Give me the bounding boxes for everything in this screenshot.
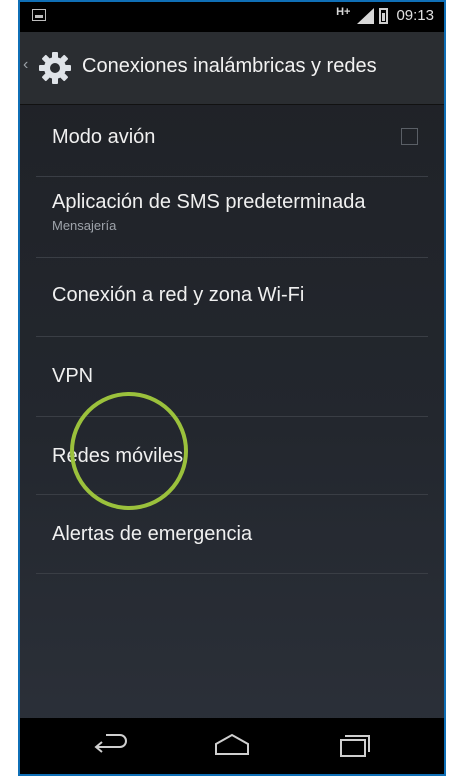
home-icon[interactable] (202, 726, 262, 766)
notification-image-icon (32, 9, 46, 21)
back-icon[interactable] (82, 726, 142, 766)
navigation-bar (20, 718, 444, 774)
screen: H+ 09:13 ‹ Conexiones inalámbricas y red… (20, 2, 444, 774)
setting-label: Redes móviles (52, 445, 184, 467)
setting-vpn[interactable]: VPN (36, 337, 428, 417)
signal-icon (357, 7, 375, 24)
settings-gear-icon[interactable] (38, 51, 72, 85)
setting-tethering-hotspot[interactable]: Conexión a red y zona Wi-Fi (36, 258, 428, 337)
battery-icon (379, 7, 389, 24)
phone-frame: H+ 09:13 ‹ Conexiones inalámbricas y red… (18, 0, 446, 776)
setting-label: Aplicación de SMS predeterminada (52, 191, 366, 213)
setting-mobile-networks[interactable]: Redes móviles (36, 417, 428, 495)
setting-label: VPN (52, 365, 94, 387)
setting-default-sms-app[interactable]: Aplicación de SMS predeterminada Mensaje… (36, 177, 428, 258)
setting-label: Modo avión (52, 126, 156, 148)
page-title: Conexiones inalámbricas y redes (82, 55, 377, 77)
status-indicators: H+ 09:13 (336, 5, 434, 25)
setting-label: Conexión a red y zona Wi-Fi (52, 284, 305, 306)
status-bar: H+ 09:13 (20, 2, 444, 32)
settings-list: Modo avión Aplicación de SMS predetermin… (36, 104, 428, 574)
network-type: H+ (336, 5, 351, 18)
recent-apps-icon[interactable] (325, 726, 385, 766)
setting-sublabel: Mensajería (52, 218, 117, 233)
up-caret-icon[interactable]: ‹ (23, 56, 28, 74)
airplane-mode-checkbox[interactable] (401, 128, 418, 145)
setting-airplane-mode[interactable]: Modo avión (36, 104, 428, 177)
setting-emergency-alerts[interactable]: Alertas de emergencia (36, 495, 428, 574)
setting-label: Alertas de emergencia (52, 523, 253, 545)
clock: 09:13 (396, 7, 434, 24)
action-bar: ‹ Conexiones inalámbricas y redes (20, 32, 444, 105)
